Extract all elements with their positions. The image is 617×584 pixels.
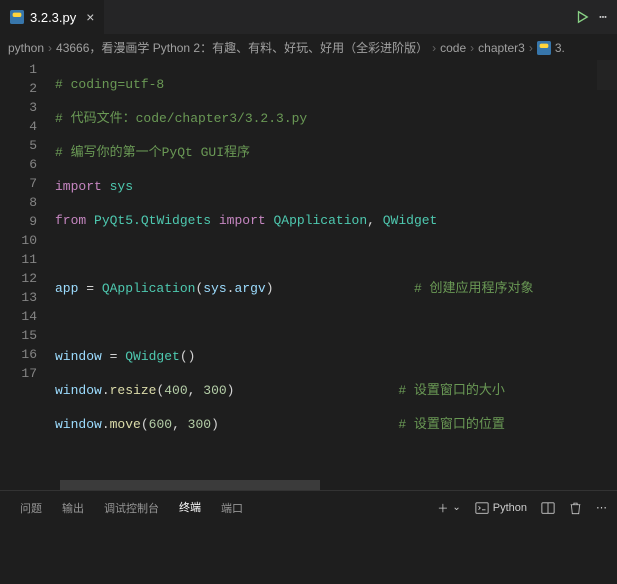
panel-tab-bar: 问题 输出 调试控制台 终端 端口 ＋ ⌄ Python ⋯ (0, 490, 617, 524)
breadcrumb-seg[interactable]: 3. (555, 41, 565, 55)
close-tab-icon[interactable]: × (86, 9, 94, 25)
file-tab[interactable]: 3.2.3.py × (0, 0, 104, 35)
line-number-gutter: 1234567891011121314151617 (0, 60, 55, 480)
tab-ports[interactable]: 端口 (211, 491, 253, 525)
editor-actions: ⋯ (575, 10, 617, 25)
minimap[interactable] (597, 60, 617, 480)
code-editor[interactable]: 1234567891011121314151617 # coding=utf-8… (0, 60, 617, 480)
breadcrumb-seg[interactable]: code (440, 41, 466, 55)
chevron-right-icon: › (48, 41, 52, 55)
chevron-down-icon: ⌄ (452, 502, 460, 513)
more-panel-actions-icon[interactable]: ⋯ (596, 501, 607, 514)
tab-terminal[interactable]: 终端 (169, 491, 211, 525)
split-terminal-icon[interactable] (541, 501, 555, 515)
code-area[interactable]: # coding=utf-8 # 代码文件：code/chapter3/3.2.… (55, 60, 617, 480)
breadcrumb[interactable]: python › 43666，看漫画学 Python 2：有趣、有料、好玩、好用… (0, 35, 617, 60)
tab-problems[interactable]: 问题 (10, 491, 52, 525)
tab-filename: 3.2.3.py (30, 10, 76, 25)
terminal-profile-button[interactable]: Python (475, 501, 527, 515)
breadcrumb-seg[interactable]: chapter3 (478, 41, 525, 55)
terminal-body[interactable] (0, 524, 617, 584)
tab-output[interactable]: 输出 (52, 491, 94, 525)
tab-bar: 3.2.3.py × ⋯ (0, 0, 617, 35)
python-file-icon (537, 41, 551, 55)
horizontal-scrollbar[interactable] (0, 480, 617, 490)
breadcrumb-seg[interactable]: python (8, 41, 44, 55)
more-actions-icon[interactable]: ⋯ (599, 10, 607, 25)
chevron-right-icon: › (529, 41, 533, 55)
breadcrumb-seg[interactable]: 43666，看漫画学 Python 2：有趣、有料、好玩、好用（全彩进阶版） (56, 39, 428, 56)
chevron-right-icon: › (432, 41, 436, 55)
run-icon[interactable] (575, 10, 589, 24)
kill-terminal-icon[interactable] (569, 501, 582, 515)
terminal-icon (475, 501, 489, 515)
tab-debug-console[interactable]: 调试控制台 (94, 491, 169, 525)
new-terminal-button[interactable]: ＋ ⌄ (437, 500, 460, 516)
chevron-right-icon: › (470, 41, 474, 55)
python-file-icon (10, 10, 24, 24)
scrollbar-thumb[interactable] (60, 480, 320, 490)
